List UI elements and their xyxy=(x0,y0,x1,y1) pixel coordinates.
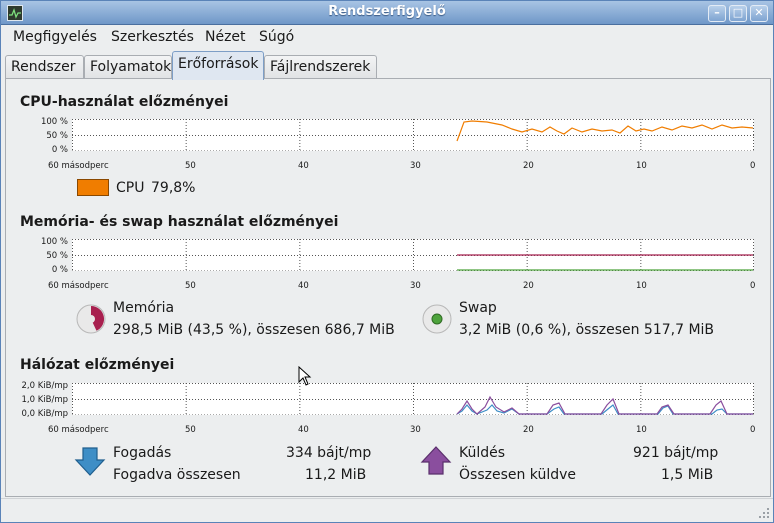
memory-value: 298,5 MiB (43,5 %), összesen 686,7 MiB xyxy=(113,322,395,338)
tab-rendszer[interactable]: Rendszer xyxy=(5,55,84,79)
net-x-label-0: 0 xyxy=(750,425,756,435)
cpu-graph xyxy=(72,119,754,151)
send-rate: 921 bájt/mp xyxy=(633,445,719,461)
resize-grip-icon[interactable] xyxy=(758,507,770,519)
menu-sugo[interactable]: Súgó xyxy=(259,29,294,45)
mem-y-label-100: 100 % xyxy=(40,237,68,247)
mem-y-label-50: 50 % xyxy=(46,251,68,261)
mem-x-label-10: 10 xyxy=(636,281,647,291)
cpu-x-label-40: 40 xyxy=(298,161,309,171)
net-x-label-60: 60 másodperc xyxy=(48,425,109,435)
cpu-x-label-10: 10 xyxy=(636,161,647,171)
network-graph xyxy=(72,383,754,415)
net-x-label-50: 50 xyxy=(185,425,196,435)
cpu-x-label-20: 20 xyxy=(523,161,534,171)
mouse-pointer-icon xyxy=(298,366,312,386)
mem-x-label-50: 50 xyxy=(185,281,196,291)
receive-total: 11,2 MiB xyxy=(305,467,367,483)
cpu-history-title: CPU-használat előzményei xyxy=(20,94,229,110)
tab-folyamatok[interactable]: Folyamatok xyxy=(84,55,172,79)
send-total: 1,5 MiB xyxy=(661,467,714,483)
tab-fajlrendszerek[interactable]: Fájlrendszerek xyxy=(264,55,377,79)
maximize-button[interactable]: □ xyxy=(729,5,747,22)
system-monitor-window: Rendszerfigyelő – □ ✕ Megfigyelés Szerke… xyxy=(0,0,774,523)
net-x-label-20: 20 xyxy=(523,425,534,435)
net-x-label-10: 10 xyxy=(636,425,647,435)
swap-value: 3,2 MiB (0,6 %), összesen 517,7 MiB xyxy=(459,322,715,338)
net-y-label-0: 0,0 KiB/mp xyxy=(21,409,68,419)
swap-pie-icon[interactable] xyxy=(421,303,453,335)
mem-x-label-30: 30 xyxy=(410,281,421,291)
cpu-y-label-100: 100 % xyxy=(40,117,68,127)
memory-label: Memória xyxy=(113,300,175,316)
menu-bar: Megfigyelés Szerkesztés Nézet Súgó xyxy=(1,26,773,50)
menu-megfigyeles[interactable]: Megfigyelés xyxy=(13,29,97,45)
memory-graph xyxy=(72,239,754,271)
send-total-label: Összesen küldve xyxy=(459,467,577,483)
tab-eroforrasok[interactable]: Erőforrások xyxy=(172,51,264,80)
cpu-x-label-60: 60 másodperc xyxy=(48,161,109,171)
menu-nezet[interactable]: Nézet xyxy=(205,29,246,45)
net-x-label-40: 40 xyxy=(298,425,309,435)
receive-total-label: Fogadva összesen xyxy=(113,467,241,483)
cpu-x-label-50: 50 xyxy=(185,161,196,171)
mem-x-label-40: 40 xyxy=(298,281,309,291)
cpu-legend-value: 79,8% xyxy=(151,180,196,196)
window-title: Rendszerfigyelő xyxy=(328,4,446,19)
tab-bar: Rendszer Folyamatok Erőforrások Fájlrend… xyxy=(5,51,771,80)
swap-label: Swap xyxy=(459,300,497,316)
mem-y-label-0: 0 % xyxy=(51,265,68,275)
status-bar xyxy=(1,498,773,522)
cpu-legend-label: CPU xyxy=(116,180,145,196)
cpu-y-label-0: 0 % xyxy=(51,145,68,155)
receive-label: Fogadás xyxy=(113,445,172,461)
net-x-label-30: 30 xyxy=(410,425,421,435)
cpu-x-label-30: 30 xyxy=(410,161,421,171)
cpu-y-label-50: 50 % xyxy=(46,131,68,141)
send-label: Küldés xyxy=(459,445,506,461)
network-history-title: Hálózat előzményei xyxy=(20,357,175,373)
mem-x-label-0: 0 xyxy=(750,281,756,291)
receive-arrow-icon[interactable] xyxy=(74,445,106,477)
menu-szerkesztes[interactable]: Szerkesztés xyxy=(111,29,194,45)
close-button[interactable]: ✕ xyxy=(750,5,768,22)
mem-x-label-60: 60 másodperc xyxy=(48,281,109,291)
title-bar[interactable]: Rendszerfigyelő – □ ✕ xyxy=(1,1,773,25)
cpu-color-swatch[interactable] xyxy=(77,179,109,196)
receive-rate: 334 bájt/mp xyxy=(286,445,372,461)
cpu-x-label-0: 0 xyxy=(750,161,756,171)
net-y-label-1: 1,0 KiB/mp xyxy=(21,395,68,405)
net-y-label-2: 2,0 KiB/mp xyxy=(21,381,68,391)
memory-pie-icon[interactable] xyxy=(75,303,107,335)
send-arrow-icon[interactable] xyxy=(420,445,452,477)
resources-panel: CPU-használat előzményei 100 % 50 % 0 % … xyxy=(5,78,771,497)
mem-x-label-20: 20 xyxy=(523,281,534,291)
memory-history-title: Memória- és swap használat előzményei xyxy=(20,214,339,230)
minimize-button[interactable]: – xyxy=(708,5,726,22)
